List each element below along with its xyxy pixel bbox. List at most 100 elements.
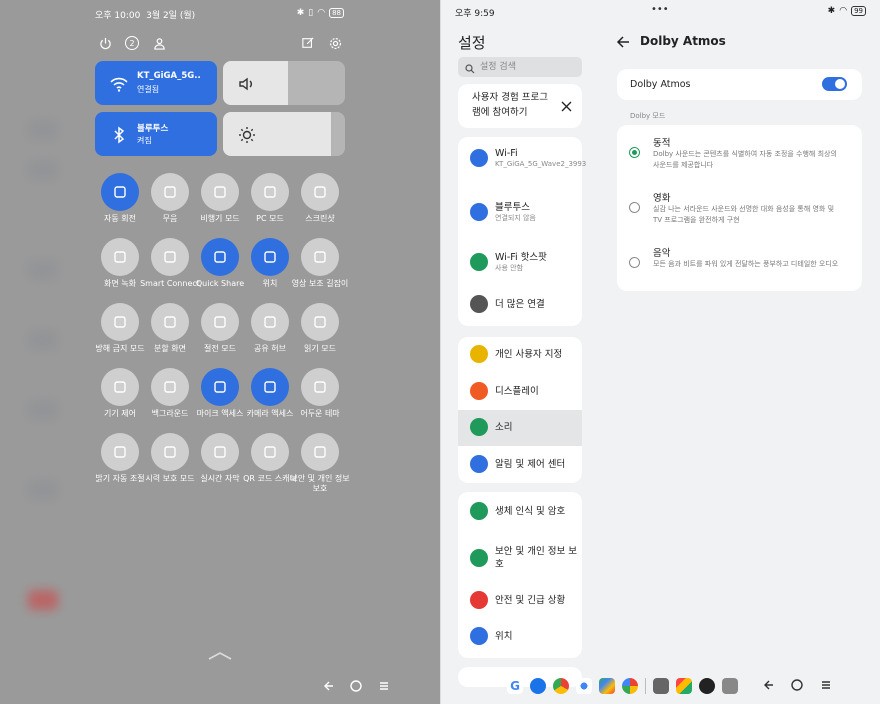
settings-item-icon [470,253,488,271]
dolby-toggle-row[interactable]: Dolby Atmos [617,69,862,100]
wifi-tile[interactable]: KT_GiGA_5G.. 연결됨 [95,61,217,105]
book-icon [301,303,339,341]
dolby-mode-description: Dolby 사운드는 콘텐츠를 식별하여 자동 조정을 수행해 최상의 사운드를… [653,150,837,169]
settings-item[interactable]: Wi-Fi 핫스팟 사용 안함 [458,251,582,273]
edit-icon[interactable] [299,34,317,52]
toggle-label: 읽기 모드 [304,344,336,353]
dolby-mode-header: Dolby 모드 [630,112,666,120]
bluetooth-tile-name: 블루투스 [137,124,169,134]
wifi-tile-status: 연결됨 [137,85,160,94]
photos-app-icon[interactable] [622,677,638,694]
chrome-app-icon[interactable] [553,677,569,694]
back-icon[interactable] [322,677,334,696]
settings-item[interactable]: 생체 인식 및 암호 [458,502,582,520]
toggle-book[interactable]: 읽기 모드 [290,303,350,354]
google-app-icon[interactable]: G [507,677,523,694]
battery-icon [201,303,239,341]
wifi-icon [109,74,129,94]
airplane-icon [201,173,239,211]
more-dots-icon[interactable]: ••• [651,4,669,15]
toggle-dark-theme[interactable]: 어두운 테마 [290,368,350,419]
settings-item[interactable]: 보안 및 개인 정보 보호 [458,545,582,571]
play-store-app-icon[interactable] [599,677,615,694]
bluetooth-status-icon: ✱ [827,6,836,16]
settings-item[interactable]: 개인 사용자 지정 [458,345,582,363]
settings-item[interactable]: 안전 및 긴급 상황 [458,591,582,609]
dolby-mode-title[interactable]: 영화 [653,190,670,204]
settings-item-icon [470,591,488,609]
dolby-mode-radio[interactable] [629,147,640,158]
gallery-app-icon[interactable] [676,677,692,694]
back-arrow-icon[interactable] [616,34,630,53]
toggle-shield[interactable]: 보안 및 개인 정보 보호 [290,433,350,494]
settings-item[interactable]: 소리 [458,418,582,436]
power-icon[interactable] [96,34,114,52]
toggle-screenshot[interactable]: 스크린샷 [290,173,350,224]
battery-icon: 99 [851,6,866,16]
settings-item[interactable]: Wi-Fi KT_GiGA_5G_Wave2_3993 [458,147,586,169]
dolby-mode-description: 모든 음과 비트를 파워 있게 전달하는 풍부하고 디테일한 오디오 [653,260,839,268]
search-icon [465,62,475,82]
dark-theme-icon [301,368,339,406]
caption-icon [201,433,239,471]
dolby-mode-title[interactable]: 음악 [653,245,670,259]
recents-icon[interactable] [378,677,390,696]
settings-item[interactable]: 더 많은 연결 [458,295,582,313]
dolby-mode-radio[interactable] [629,257,640,268]
toggle-video[interactable]: 영상 보조 길잡이 [290,238,350,289]
settings-item-icon [470,549,488,567]
gear-icon[interactable] [326,34,344,52]
settings-item[interactable]: 디스플레이 [458,382,582,400]
home-nav-icon[interactable] [791,676,803,695]
search-placeholder: 설정 검색 [480,62,516,72]
settings-item-icon [470,502,488,520]
toggle-label: 스크린샷 [305,214,335,223]
settings-item[interactable]: 위치 [458,627,582,645]
assistant-app-icon[interactable] [576,677,592,694]
quick-actions-row: 2 [96,34,344,52]
dolby-mode-title[interactable]: 동적 [653,135,670,149]
settings-search-input[interactable]: 설정 검색 [458,57,582,77]
close-icon[interactable] [561,97,572,116]
nav-bar-left [322,677,390,696]
bluetooth-tile[interactable]: 블루투스 켜짐 [95,112,217,156]
brightness-slider[interactable] [223,112,345,156]
qr-app-icon[interactable] [722,677,738,694]
page-title: Dolby Atmos [640,34,726,48]
record-icon [101,238,139,276]
status-icons: ✱ ▯ ◠ 88 [297,8,344,18]
settings-item-subtitle: 연결되지 않음 [495,214,536,222]
bell-icon [151,173,189,211]
wifi-status-icon: ◠ [839,6,848,16]
volume-slider[interactable] [223,61,345,105]
settings-item-icon [470,203,488,221]
user-icon[interactable] [150,34,168,52]
volume-icon [237,74,257,94]
settings-item-label: 블루투스 [495,202,530,213]
settings-item[interactable]: 알림 및 제어 센터 [458,455,582,473]
settings-item-subtitle: 사용 안함 [495,264,523,272]
settings-item-icon [470,627,488,645]
settings-item[interactable]: 블루투스 연결되지 않음 [458,201,582,223]
link-app-icon[interactable] [699,677,715,694]
recents-icon[interactable] [820,676,832,695]
messages-app-icon[interactable] [530,677,546,694]
monitor-icon [251,173,289,211]
settings-item-label: 더 많은 연결 [495,298,545,310]
status-icons: ✱ ◠ 99 [828,6,866,16]
home-nav-icon[interactable] [350,677,362,696]
promo-card[interactable]: 사용자 경험 프로그램에 참여하기 [458,84,582,128]
status-date: 3월 2일 (월) [146,11,196,21]
settings-app-icon[interactable] [653,677,669,694]
settings-item-label: Wi-Fi 핫스팟 [495,252,547,263]
dolby-toggle-switch[interactable] [822,77,847,91]
user-count-badge[interactable]: 2 [123,34,141,52]
dolby-mode-radio[interactable] [629,202,640,213]
settings-item-subtitle: KT_GiGA_5G_Wave2_3993 [495,160,587,168]
back-icon[interactable] [762,676,774,695]
vibrate-icon: ▯ [308,8,314,18]
app-dock: G [507,676,832,695]
settings-item-label: 안전 및 긴급 상황 [495,594,566,606]
expand-handle-icon[interactable] [207,646,233,665]
hearing-icon [151,368,189,406]
